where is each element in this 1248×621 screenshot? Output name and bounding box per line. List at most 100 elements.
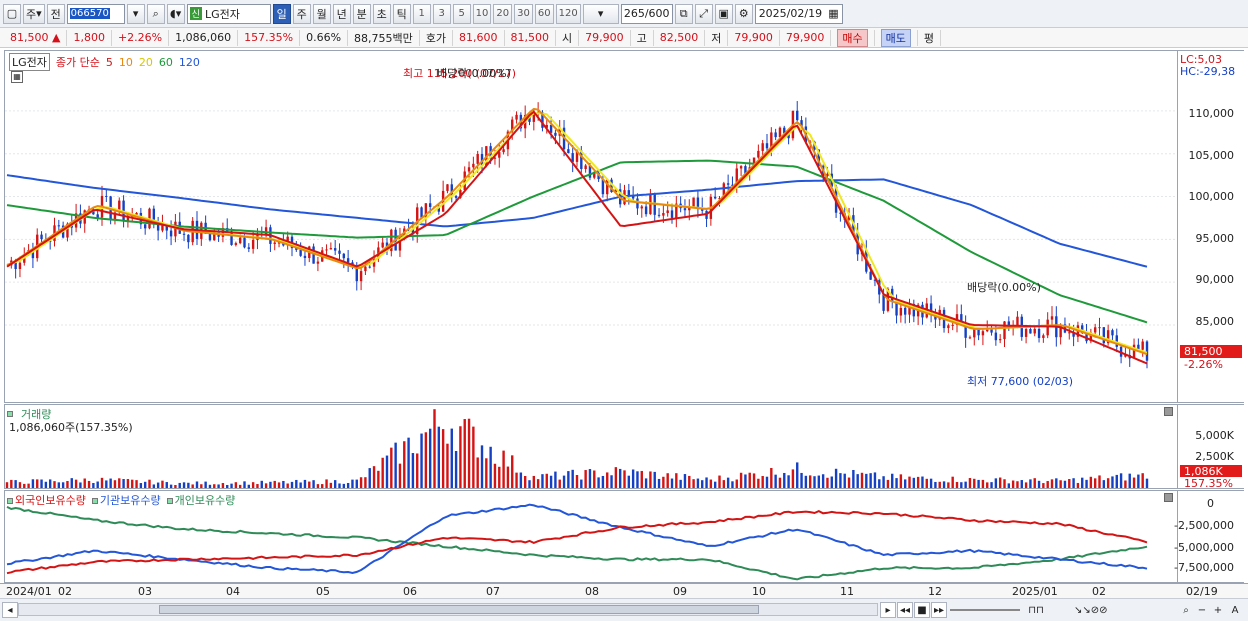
unit-1[interactable]: 1 <box>412 3 431 24</box>
unit-120[interactable]: 120 <box>555 3 581 24</box>
stock-name-field[interactable]: 신 LG전자 <box>186 3 271 24</box>
candle <box>502 149 505 153</box>
volume-bar <box>238 484 242 488</box>
count-field[interactable]: 265/600 <box>620 3 673 24</box>
volume-close-icon[interactable] <box>1164 407 1173 416</box>
unit-5[interactable]: 5 <box>452 3 471 24</box>
speaker-icon[interactable]: ◖▾ <box>166 3 185 24</box>
candle <box>796 110 799 121</box>
volume-bar <box>739 472 743 488</box>
price-pane[interactable]: LG전자 종가 단순 5 10 20 60 120 ▦ 최고 115,200 (… <box>4 50 1178 403</box>
tab-year[interactable]: 년 <box>332 3 351 24</box>
zoom-slider[interactable] <box>950 609 1020 611</box>
candle <box>57 225 61 227</box>
volume-bar <box>1037 480 1041 488</box>
holding-pane[interactable]: 외국인보유수량 기관보유수량 개인보유수량 <box>4 490 1178 583</box>
unit-60[interactable]: 60 <box>534 3 554 24</box>
candle <box>18 262 22 269</box>
volume-bar <box>260 480 263 488</box>
table-icon[interactable]: ▦ <box>11 71 23 83</box>
play-icon[interactable]: ▸ <box>880 602 896 618</box>
holding-close-icon[interactable] <box>1164 493 1173 502</box>
volume-bar <box>817 475 821 488</box>
hc-label: HC:-29,38 <box>1180 65 1236 78</box>
window-icon[interactable]: ▢ <box>3 3 21 24</box>
volume-bar <box>554 471 557 488</box>
scrollbar[interactable] <box>18 603 878 616</box>
candle <box>1093 327 1097 333</box>
prev-button[interactable]: 전 <box>46 3 65 24</box>
tool-icons[interactable]: ↘↘⊘⊘ <box>1074 602 1108 618</box>
fast-forward-icon[interactable]: ▸▸ <box>931 602 947 618</box>
unit-dropdown[interactable]: ▾ <box>582 3 619 24</box>
step-icon[interactable]: ⊓⊓ <box>1028 602 1044 618</box>
volume-bar <box>169 484 173 488</box>
volume-bar <box>1029 479 1032 488</box>
xlabel-05: 05 <box>316 585 330 598</box>
candle <box>312 246 315 264</box>
unit-10[interactable]: 10 <box>472 3 492 24</box>
stock-code-input[interactable]: 066570 <box>66 3 125 24</box>
candle <box>247 247 251 249</box>
volume-bar <box>636 471 639 488</box>
volume-bar <box>882 476 885 488</box>
tab-week[interactable]: 주 <box>292 3 311 24</box>
tab-day[interactable]: 일 <box>272 3 291 24</box>
save-icon[interactable]: ▣ <box>714 3 733 24</box>
candle <box>472 163 475 168</box>
scroll-thumb[interactable] <box>159 605 759 614</box>
unit-30[interactable]: 30 <box>514 3 533 24</box>
chart-type-icon[interactable]: ⧉ <box>674 3 693 24</box>
volume-bar <box>325 479 328 488</box>
gear-icon[interactable]: ⚙ <box>734 3 753 24</box>
buy-button[interactable]: 매수 <box>837 28 868 47</box>
volume-bar <box>493 463 497 488</box>
scroll-left-icon[interactable]: ◂ <box>2 602 18 618</box>
rewind-icon[interactable]: ◂◂ <box>897 602 913 618</box>
stop-icon[interactable]: ■ <box>914 602 930 618</box>
tab-second[interactable]: 초 <box>372 3 391 24</box>
candle <box>1050 316 1054 320</box>
candle <box>143 224 147 229</box>
unit-20[interactable]: 20 <box>493 3 513 24</box>
avg-button[interactable]: 평 <box>918 29 942 46</box>
volume-bar <box>1141 473 1144 488</box>
candle <box>368 266 371 268</box>
stock-name: LG전자 <box>204 7 240 21</box>
volume-bar <box>718 475 721 488</box>
candle <box>316 261 320 264</box>
candle <box>662 213 665 216</box>
volume-bar <box>515 472 518 488</box>
draw-icon[interactable]: ⤢ <box>694 3 713 24</box>
cycle-select[interactable]: 주 ▾ <box>23 3 45 24</box>
volume-bar <box>251 482 255 488</box>
volume-bar <box>5 482 9 488</box>
font-size-icon[interactable]: A <box>1226 602 1244 618</box>
volume-pane[interactable]: 거래량 1,086,060주(157.35%) <box>4 404 1178 489</box>
zoom-reset-icon[interactable]: ⌕ <box>1178 602 1194 618</box>
volume-bar <box>696 478 700 488</box>
tab-tick[interactable]: 틱 <box>392 3 411 24</box>
tab-month[interactable]: 월 <box>312 3 331 24</box>
tab-minute[interactable]: 분 <box>352 3 371 24</box>
volume-bar <box>532 475 536 488</box>
code-dropdown-icon[interactable]: ▾ <box>126 3 145 24</box>
candle <box>554 132 557 136</box>
calendar-icon[interactable]: ▦ <box>828 7 838 20</box>
volume-bar <box>558 479 561 488</box>
candle <box>476 154 479 164</box>
individual-line <box>6 506 1148 581</box>
plus-icon[interactable]: + <box>1210 602 1226 618</box>
candle <box>1042 335 1045 338</box>
volume-bar <box>955 481 959 488</box>
candle <box>977 329 980 336</box>
holding-legend: 외국인보유수량 기관보유수량 개인보유수량 <box>7 492 235 508</box>
volume-bar <box>701 480 704 488</box>
search-icon[interactable]: ⌕ <box>146 3 165 24</box>
unit-3[interactable]: 3 <box>432 3 451 24</box>
minus-icon[interactable]: − <box>1194 602 1210 618</box>
date-field[interactable]: 2025/02/19 ▦ <box>754 3 843 24</box>
volume-bar <box>355 479 358 488</box>
sell-button[interactable]: 매도 <box>880 28 911 47</box>
volume-bar <box>856 474 859 488</box>
